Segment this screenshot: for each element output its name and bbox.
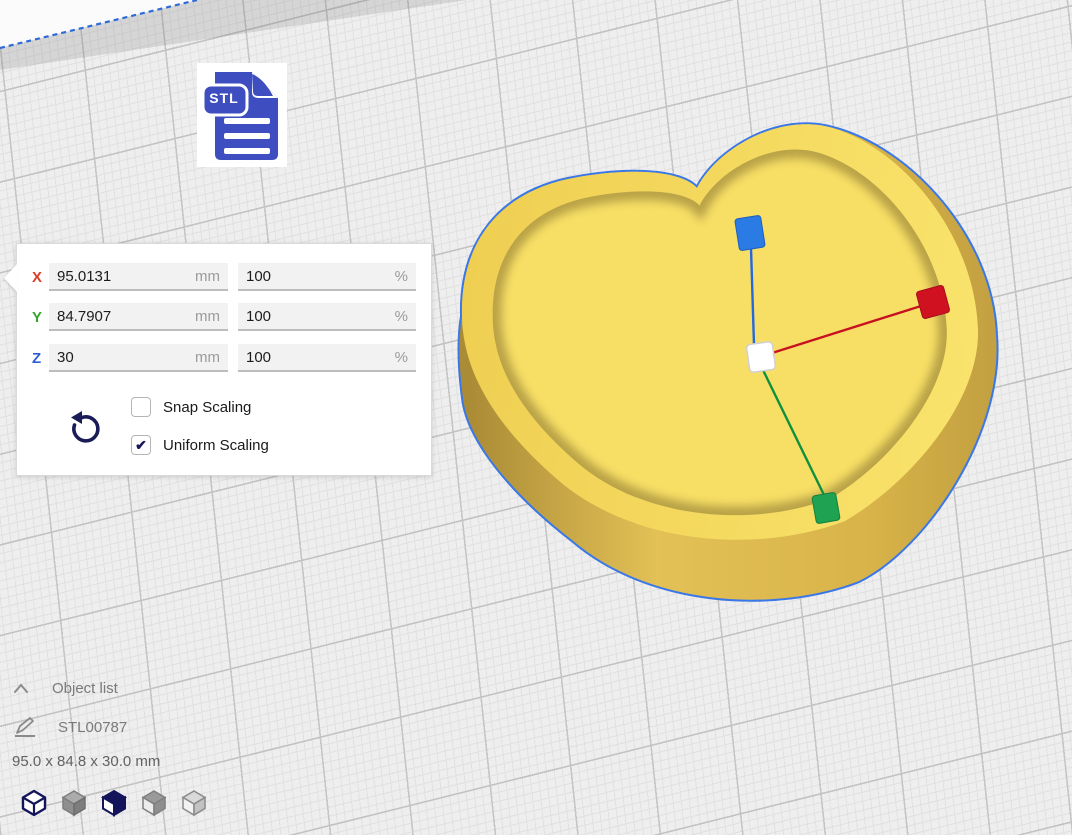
stl-text-line xyxy=(224,148,270,154)
front-view-cube-icon xyxy=(59,788,89,818)
object-dimensions: 95.0 x 84.8 x 30.0 mm xyxy=(12,753,160,770)
top-view-cube-icon xyxy=(99,788,129,818)
uniform-scaling-checkbox[interactable]: ✔ xyxy=(131,435,151,455)
scale-tool-panel: X 95.0131 mm 100 % Y 84.7907 mm 100 % Z … xyxy=(16,243,432,476)
panel-notch xyxy=(4,264,17,292)
view-3d-button[interactable] xyxy=(18,787,50,819)
object-list-panel: Object list STL00787 95.0 x 84.8 x 30.0 … xyxy=(12,678,160,770)
stl-text-line xyxy=(224,118,270,124)
object-list-item[interactable]: STL00787 xyxy=(12,715,160,739)
scale-row-x: X 95.0131 mm 100 % xyxy=(17,263,431,293)
reset-arrow-icon xyxy=(67,410,105,448)
y-axis-label: Y xyxy=(32,309,50,326)
uniform-check-glyph: ✔ xyxy=(135,437,147,454)
stl-badge-label: STL xyxy=(205,90,243,106)
z-percent-input[interactable]: 100 % xyxy=(238,344,416,372)
reset-scale-button[interactable] xyxy=(67,410,105,448)
z-axis-label: Z xyxy=(32,350,50,367)
gizmo-y-handle[interactable] xyxy=(812,492,840,524)
y-percent-input[interactable]: 100 % xyxy=(238,303,416,331)
gizmo-center-handle[interactable] xyxy=(746,341,776,372)
camera-view-toolbar xyxy=(18,787,210,819)
right-view-cube-icon xyxy=(179,788,209,818)
view-left-side-button[interactable] xyxy=(138,787,170,819)
object-list-header[interactable]: Object list xyxy=(12,678,160,698)
stl-text-line xyxy=(224,133,270,139)
3d-view-cube-icon xyxy=(19,788,49,818)
left-view-cube-icon xyxy=(139,788,169,818)
snap-scaling-label: Snap Scaling xyxy=(163,399,251,416)
x-axis-label: X xyxy=(32,269,50,286)
scale-row-z: Z 30 mm 100 % xyxy=(17,344,431,374)
stl-fold-flap xyxy=(252,74,273,96)
z-size-input[interactable]: 30 mm xyxy=(49,344,228,372)
model-heart[interactable] xyxy=(460,124,997,600)
view-front-button[interactable] xyxy=(58,787,90,819)
scale-row-y: Y 84.7907 mm 100 % xyxy=(17,303,431,333)
uniform-scaling-row: ✔ Uniform Scaling xyxy=(131,434,269,456)
x-size-input[interactable]: 95.0131 mm xyxy=(49,263,228,291)
x-percent-input[interactable]: 100 % xyxy=(238,263,416,291)
object-list-title: Object list xyxy=(52,680,118,697)
snap-scaling-row: Snap Scaling xyxy=(131,396,251,418)
chevron-up-icon xyxy=(12,681,30,695)
gizmo-z-handle[interactable] xyxy=(735,215,766,251)
y-size-input[interactable]: 84.7907 mm xyxy=(49,303,228,331)
view-right-side-button[interactable] xyxy=(178,787,210,819)
pencil-icon xyxy=(12,715,38,739)
view-top-button[interactable] xyxy=(98,787,130,819)
stl-file-icon: STL xyxy=(197,63,287,167)
uniform-scaling-label: Uniform Scaling xyxy=(163,437,269,454)
snap-scaling-checkbox[interactable] xyxy=(131,397,151,417)
object-name: STL00787 xyxy=(58,719,127,736)
